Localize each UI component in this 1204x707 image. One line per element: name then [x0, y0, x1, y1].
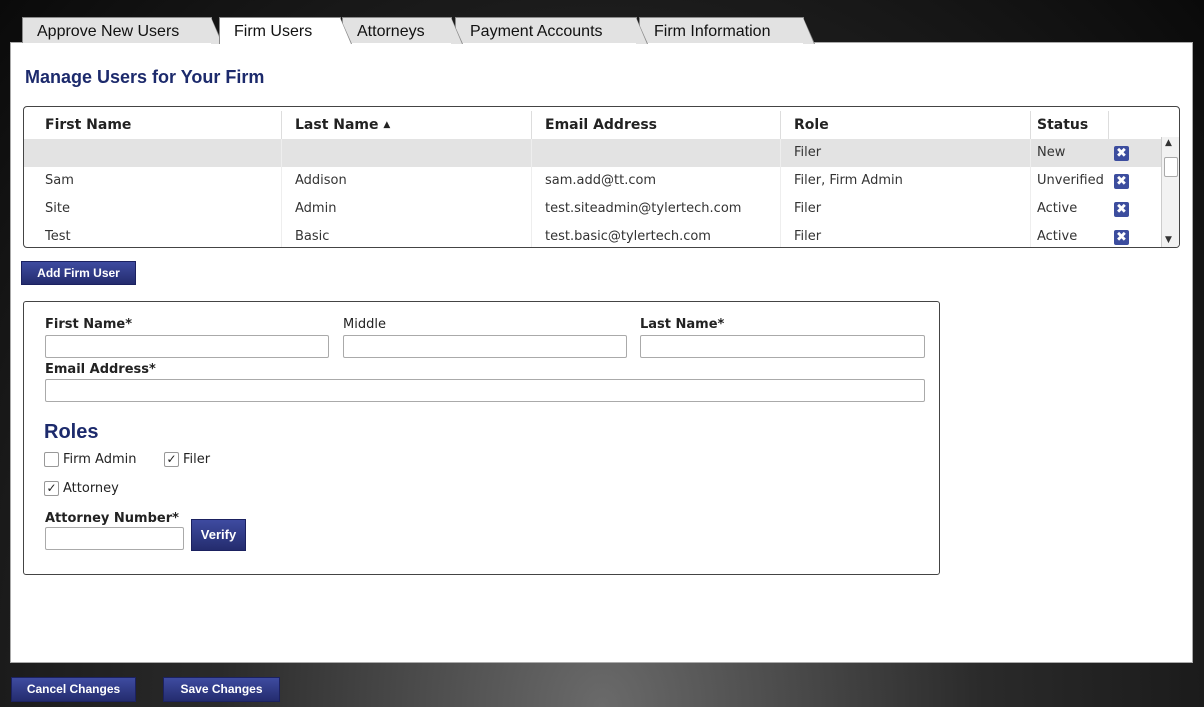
cell-first-name: [32, 139, 282, 167]
first-name-field[interactable]: [45, 335, 329, 358]
header-email[interactable]: Email Address: [532, 111, 781, 139]
firm-admin-checkbox[interactable]: [44, 452, 59, 467]
cell-first-name: Test: [32, 223, 282, 247]
table-row[interactable]: Filer New ✖: [24, 139, 1163, 167]
cell-first-name: Sam: [32, 167, 282, 195]
attorney-checkbox[interactable]: ✓: [44, 481, 59, 496]
firm-admin-label: Firm Admin: [63, 452, 137, 467]
cell-role: Filer: [781, 139, 1031, 167]
sort-ascending-icon: ▲: [383, 120, 391, 130]
tab-payment-accounts[interactable]: Payment Accounts: [455, 17, 648, 44]
tab-strip: Approve New Users Firm Users Attorneys P…: [22, 17, 822, 44]
email-field[interactable]: [45, 379, 925, 402]
filer-checkbox[interactable]: ✓: [164, 452, 179, 467]
roles-heading: Roles: [44, 421, 99, 443]
tab-approve-new-users[interactable]: Approve New Users: [22, 17, 223, 44]
delete-x-icon[interactable]: ✖: [1114, 230, 1129, 245]
cancel-changes-button[interactable]: Cancel Changes: [11, 677, 136, 702]
cell-email: test.siteadmin@tylertech.com: [532, 195, 781, 223]
delete-cell: ✖: [1109, 195, 1139, 223]
cell-status: Active: [1037, 201, 1078, 216]
table-row[interactable]: Test Basic test.basic@tylertech.com File…: [24, 223, 1163, 247]
header-first-name[interactable]: First Name: [32, 111, 282, 139]
verify-button[interactable]: Verify: [191, 519, 246, 551]
scroll-down-icon[interactable]: ▼: [1165, 235, 1172, 245]
cell-status: Unverified: [1037, 173, 1104, 188]
email-label: Email Address*: [45, 362, 156, 377]
attorney-label: Attorney: [63, 481, 119, 496]
cell-status: Active: [1037, 229, 1078, 244]
cell-status: New: [1037, 145, 1066, 160]
header-role[interactable]: Role: [781, 111, 1031, 139]
cell-email: sam.add@tt.com: [532, 167, 781, 195]
users-grid: First Name Last Name ▲ Email Address Rol…: [23, 106, 1180, 248]
user-edit-form: First Name* Middle Last Name* Email Addr…: [23, 301, 940, 575]
grid-header-row: First Name Last Name ▲ Email Address Rol…: [24, 111, 1163, 139]
cell-last-name: Addison: [282, 167, 532, 195]
cell-last-name: [282, 139, 532, 167]
scrollbar-thumb[interactable]: [1164, 157, 1178, 177]
cell-first-name: Site: [32, 195, 282, 223]
last-name-field[interactable]: [640, 335, 925, 358]
cell-email: [532, 139, 781, 167]
save-changes-button[interactable]: Save Changes: [163, 677, 280, 702]
tab-firm-information[interactable]: Firm Information: [639, 17, 815, 44]
delete-cell: ✖: [1109, 139, 1139, 167]
grid-scrollbar[interactable]: ▲ ▼: [1161, 137, 1179, 247]
cell-last-name: Basic: [282, 223, 532, 247]
first-name-label: First Name*: [45, 317, 133, 332]
role-attorney[interactable]: ✓ Attorney: [44, 481, 119, 496]
add-firm-user-button[interactable]: Add Firm User: [21, 261, 136, 285]
header-last-name-label: Last Name: [295, 117, 379, 133]
delete-x-icon[interactable]: ✖: [1114, 174, 1129, 189]
middle-name-label: Middle: [343, 317, 386, 332]
cell-role: Filer: [781, 195, 1031, 223]
table-row[interactable]: Sam Addison sam.add@tt.com Filer, Firm A…: [24, 167, 1163, 195]
page-title: Manage Users for Your Firm: [25, 67, 265, 87]
cell-role: Filer, Firm Admin: [781, 167, 1031, 195]
cell-email: test.basic@tylertech.com: [532, 223, 781, 247]
attorney-number-label: Attorney Number*: [45, 511, 179, 526]
delete-cell: ✖: [1109, 167, 1139, 195]
delete-cell: ✖: [1109, 223, 1139, 247]
firm-users-panel: Manage Users for Your Firm First Name La…: [10, 42, 1193, 663]
role-filer[interactable]: ✓ Filer: [164, 452, 210, 467]
cell-role: Filer: [781, 223, 1031, 247]
tab-attorneys[interactable]: Attorneys: [342, 17, 463, 44]
table-row[interactable]: Site Admin test.siteadmin@tylertech.com …: [24, 195, 1163, 223]
filer-label: Filer: [183, 452, 211, 467]
tab-firm-users[interactable]: Firm Users: [219, 17, 352, 44]
cell-last-name: Admin: [282, 195, 532, 223]
attorney-number-field[interactable]: [45, 527, 184, 550]
middle-name-field[interactable]: [343, 335, 627, 358]
role-firm-admin[interactable]: Firm Admin: [44, 452, 137, 467]
delete-x-icon[interactable]: ✖: [1114, 146, 1129, 161]
last-name-label: Last Name*: [640, 317, 725, 332]
header-status[interactable]: Status: [1031, 111, 1109, 139]
header-last-name[interactable]: Last Name ▲: [282, 111, 532, 139]
delete-x-icon[interactable]: ✖: [1114, 202, 1129, 217]
scroll-up-icon[interactable]: ▲: [1165, 138, 1172, 148]
